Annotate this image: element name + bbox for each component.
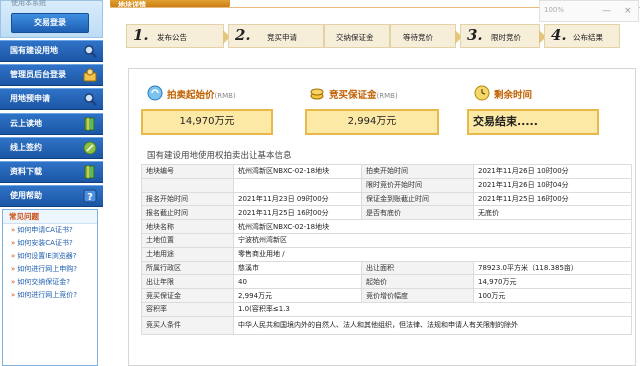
menu-item-cloud-reading[interactable]: 云上读地 bbox=[0, 113, 103, 135]
step-await-bidding: 等待竞价 bbox=[390, 24, 462, 48]
faq-link-online-bidding[interactable]: » 如何进行网上竞价? bbox=[3, 289, 97, 302]
section-title: 国有建设用地使用权拍卖出让基本信息 bbox=[147, 151, 292, 161]
faq-link-ie-settings[interactable]: » 如何设置IE浏览器? bbox=[3, 250, 97, 263]
menu-item-label: 云上读地 bbox=[10, 119, 42, 128]
arrow-icon: » bbox=[11, 226, 16, 234]
arrow-icon: » bbox=[11, 278, 16, 286]
search-icon bbox=[83, 92, 97, 106]
table-row: 地块名称 杭州湾新区NBXC-02-18地块 bbox=[141, 219, 632, 234]
faq-link-apply-ca[interactable]: » 如何申请CA证书? bbox=[3, 224, 97, 237]
table-row: 竞买人条件 中华人民共和国境内外的自然人、法人和其他组织，但法律、法规和申请人有… bbox=[141, 315, 632, 335]
menu-item-label: 国有建设用地 bbox=[10, 46, 58, 55]
clock-icon bbox=[474, 85, 490, 101]
remaining-time-value: 交易结束..... bbox=[467, 109, 599, 135]
step-announce-result: 4. 公布结果 bbox=[544, 24, 620, 48]
mini-window: 100% — × bbox=[539, 0, 639, 22]
search-icon bbox=[83, 44, 97, 58]
table-row: 出让年限 40 起始价 14,970万元 bbox=[141, 274, 632, 290]
close-button[interactable]: × bbox=[624, 6, 632, 16]
book-icon bbox=[83, 165, 97, 179]
menu-item-label: 用地预申请 bbox=[10, 94, 50, 103]
progress-steps: 1. 发布公告 2. 竞买申请 交纳保证金 等待竞价 3. 限时竞价 4. 公布… bbox=[126, 24, 620, 48]
arrow-icon: » bbox=[11, 239, 16, 247]
admin-icon bbox=[83, 68, 97, 82]
pen-icon bbox=[83, 141, 97, 155]
book-icon bbox=[83, 117, 97, 131]
menu-item-help[interactable]: 使用帮助 ? bbox=[0, 185, 103, 207]
table-row: 容积率 1.0(容积率≤1.3 bbox=[141, 301, 632, 317]
start-price-label: 拍卖起始价(RMB) bbox=[167, 90, 236, 101]
svg-text:?: ? bbox=[87, 192, 93, 203]
step-bid-application: 2. 竞买申请 bbox=[228, 24, 324, 48]
menu-item-downloads[interactable]: 资料下载 bbox=[0, 161, 103, 183]
deposit-label: 竞买保证金(RMB) bbox=[329, 90, 398, 101]
menu-item-label: 资料下载 bbox=[10, 167, 42, 176]
price-icon bbox=[147, 85, 163, 101]
trade-login-button[interactable]: 交易登录 bbox=[11, 13, 89, 33]
deposit-value: 2,994万元 bbox=[305, 109, 439, 135]
table-row: 所属行政区 慈溪市 出让面积 78923.0平方米（118.385亩） bbox=[141, 260, 632, 276]
deposit-icon bbox=[309, 85, 325, 101]
faq-panel: 常见问题 » 如何申请CA证书? » 如何安装CA证书? » 如何设置IE浏览器? »… bbox=[2, 209, 98, 366]
minimize-button[interactable]: — bbox=[602, 6, 611, 16]
step-timed-bidding: 3. 限时竞价 bbox=[460, 24, 546, 48]
faq-title: 常见问题 bbox=[3, 210, 97, 224]
remaining-time-label: 剩余时间 bbox=[494, 90, 533, 101]
step-pay-deposit: 交纳保证金 bbox=[324, 24, 390, 48]
step-publish-notice: 1. 发布公告 bbox=[126, 24, 230, 48]
login-panel: 使用本系统 交易登录 bbox=[0, 0, 103, 38]
sidebar: 使用本系统 交易登录 国有建设用地 管理员后台登录 用地预申请 云上读地 线上签… bbox=[0, 0, 103, 366]
table-row: 限时竞价开始时间 2021年11月26日 10时04分 bbox=[141, 177, 632, 193]
faq-link-pay-deposit[interactable]: » 如何交纳保证金? bbox=[3, 276, 97, 289]
faq-link-install-ca[interactable]: » 如何安装CA证书? bbox=[3, 237, 97, 250]
table-row: 地块编号 杭州湾新区NBXC-02-18地块 拍卖开始时间 2021年11月26… bbox=[141, 164, 632, 179]
menu-item-label: 使用帮助 bbox=[10, 191, 42, 200]
start-price-value: 14,970万元 bbox=[141, 109, 273, 135]
help-icon: ? bbox=[83, 189, 97, 203]
login-panel-caption: 使用本系统 bbox=[11, 0, 46, 7]
plot-info-table: 地块编号 杭州湾新区NBXC-02-18地块 拍卖开始时间 2021年11月26… bbox=[141, 164, 632, 335]
menu-item-land-pre-apply[interactable]: 用地预申请 bbox=[0, 88, 103, 110]
table-row: 土地位置 宁波杭州湾新区 bbox=[141, 232, 632, 248]
table-row: 竞买保证金 2,994万元 竞价增价幅度 100万元 bbox=[141, 288, 632, 303]
menu-item-admin-login[interactable]: 管理员后台登录 bbox=[0, 64, 103, 86]
menu-item-online-signing[interactable]: 线上签约 bbox=[0, 137, 103, 159]
arrow-icon: » bbox=[11, 265, 16, 273]
menu-item-label: 管理员后台登录 bbox=[10, 70, 66, 79]
table-row: 报名截止时间 2021年11月25日 16时00分 是否有底价 无底价 bbox=[141, 205, 632, 221]
arrow-icon: » bbox=[11, 291, 16, 299]
zoom-level: 100% bbox=[544, 6, 565, 14]
menu-item-label: 线上签约 bbox=[10, 143, 42, 152]
arrow-icon: » bbox=[11, 252, 16, 260]
table-row: 报名开始时间 2021年11月23日 09时00分 保证金到账截止时间 2021… bbox=[141, 191, 632, 207]
main-content: 地块详情 100% — × 1. 发布公告 2. 竞买申请 交纳保证金 等待竞价… bbox=[110, 0, 640, 366]
menu-item-state-land[interactable]: 国有建设用地 bbox=[0, 40, 103, 62]
table-row: 土地用途 零售商业用地 / bbox=[141, 246, 632, 262]
plot-info-panel: 拍卖起始价(RMB) 竞买保证金(RMB) 剩余时间 14,970万元 2,99… bbox=[128, 68, 636, 366]
faq-link-online-purchase[interactable]: » 如何进行网上申购? bbox=[3, 263, 97, 276]
